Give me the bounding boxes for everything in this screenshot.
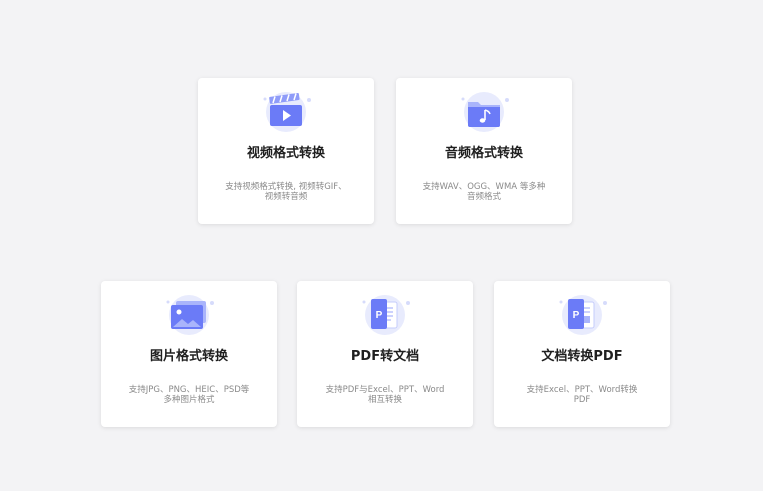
- card-title: 文档转换PDF: [541, 349, 623, 364]
- card-title: 视频格式转换: [246, 146, 325, 161]
- card-description: 支持JPG、PNG、HEIC、PSD等多种图片格式: [128, 385, 250, 405]
- doc-to-pdf-card[interactable]: P 文档转换PDF 支持Excel、PPT、Word转换PDF: [494, 281, 670, 427]
- audio-convert-card[interactable]: 音频格式转换 支持WAV、OGG、WMA 等多种音频格式: [396, 78, 572, 224]
- svg-text:P: P: [573, 310, 580, 321]
- video-clapper-icon: [256, 90, 316, 136]
- video-convert-card[interactable]: 视频格式转换 支持视频格式转换, 视频转GIF、视频转音频: [198, 78, 374, 224]
- audio-folder-icon: [454, 90, 514, 136]
- image-icon: [159, 293, 219, 339]
- card-description: 支持视频格式转换, 视频转GIF、视频转音频: [225, 182, 347, 202]
- card-title: 图片格式转换: [149, 349, 228, 364]
- pdf-to-doc-icon: P: [355, 293, 415, 339]
- image-convert-card[interactable]: 图片格式转换 支持JPG、PNG、HEIC、PSD等多种图片格式: [101, 281, 277, 427]
- card-description: 支持WAV、OGG、WMA 等多种音频格式: [422, 182, 546, 202]
- card-title: PDF转文档: [350, 349, 420, 364]
- svg-text:P: P: [376, 310, 383, 321]
- pdf-to-doc-card[interactable]: P PDF转文档 支持PDF与Excel、PPT、Word相互转换: [297, 281, 473, 427]
- card-description: 支持PDF与Excel、PPT、Word相互转换: [325, 385, 445, 405]
- card-description: 支持Excel、PPT、Word转换PDF: [526, 385, 638, 405]
- doc-to-pdf-icon: P: [552, 293, 612, 339]
- card-title: 音频格式转换: [444, 146, 523, 161]
